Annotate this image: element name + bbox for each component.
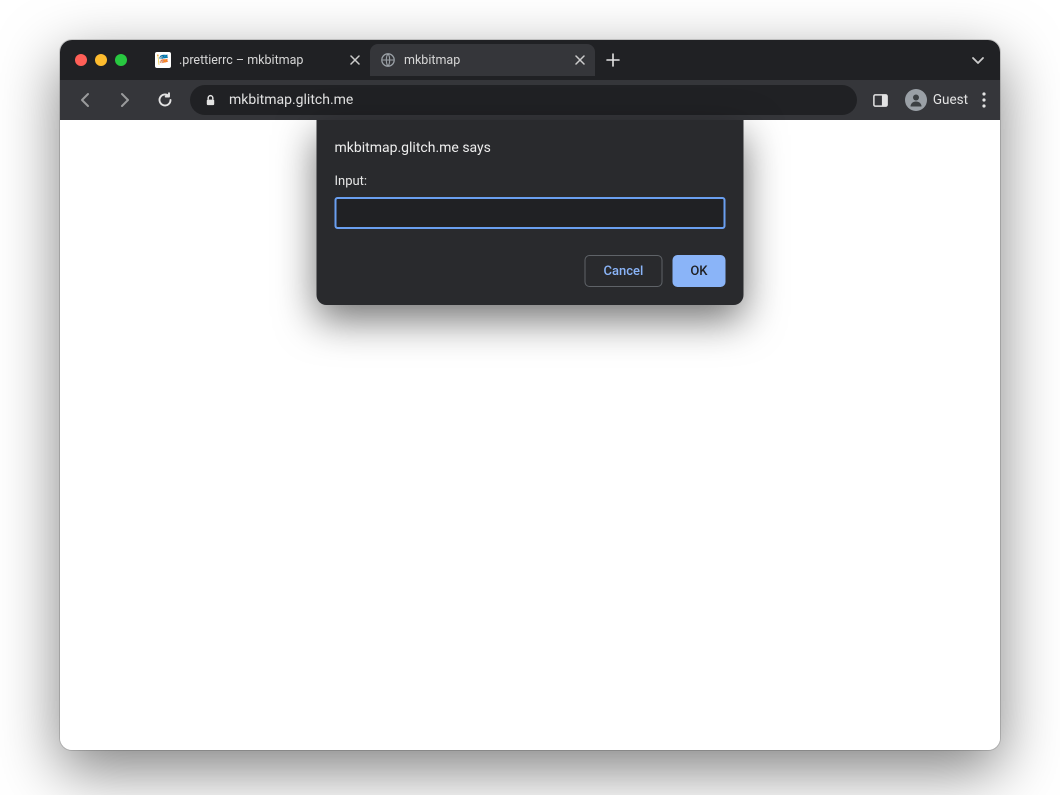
new-tab-button[interactable] [599, 46, 627, 74]
back-button[interactable] [70, 85, 100, 115]
dialog-input[interactable] [335, 197, 726, 229]
page-content: mkbitmap.glitch.me says Input: Cancel OK [60, 120, 1000, 750]
browser-window: 🎏 .prettierrc – mkbitmap mkbitmap [60, 40, 1000, 750]
tab-close-button[interactable] [350, 55, 360, 65]
menu-button[interactable] [978, 92, 990, 108]
lock-icon [204, 94, 217, 107]
tab-label: .prettierrc – mkbitmap [179, 53, 303, 68]
avatar-icon [905, 89, 927, 111]
tab-overflow-button[interactable] [964, 46, 992, 74]
side-panel-button[interactable] [867, 86, 895, 114]
dialog-actions: Cancel OK [335, 255, 726, 287]
tab-prettierrc[interactable]: 🎏 .prettierrc – mkbitmap [145, 44, 370, 76]
ok-button[interactable]: OK [672, 255, 725, 287]
window-minimize-button[interactable] [95, 54, 107, 66]
profile-label: Guest [933, 92, 968, 108]
tab-strip: 🎏 .prettierrc – mkbitmap mkbitmap [60, 40, 1000, 80]
window-maximize-button[interactable] [115, 54, 127, 66]
cancel-button[interactable]: Cancel [585, 255, 663, 287]
profile-button[interactable]: Guest [905, 89, 968, 111]
window-close-button[interactable] [75, 54, 87, 66]
reload-button[interactable] [150, 85, 180, 115]
forward-button[interactable] [110, 85, 140, 115]
tab-mkbitmap[interactable]: mkbitmap [370, 44, 595, 76]
tab-label: mkbitmap [404, 53, 460, 68]
address-bar-url: mkbitmap.glitch.me [229, 92, 353, 108]
toolbar-right: Guest [867, 86, 990, 114]
dialog-title: mkbitmap.glitch.me says [335, 140, 726, 156]
toolbar: mkbitmap.glitch.me Guest [60, 80, 1000, 120]
window-controls [75, 54, 127, 66]
address-bar[interactable]: mkbitmap.glitch.me [190, 85, 857, 115]
dialog-label: Input: [335, 174, 726, 189]
glitch-favicon-icon: 🎏 [155, 52, 171, 68]
globe-favicon-icon [380, 52, 396, 68]
js-prompt-dialog: mkbitmap.glitch.me says Input: Cancel OK [317, 120, 744, 305]
tab-close-button[interactable] [575, 55, 585, 65]
